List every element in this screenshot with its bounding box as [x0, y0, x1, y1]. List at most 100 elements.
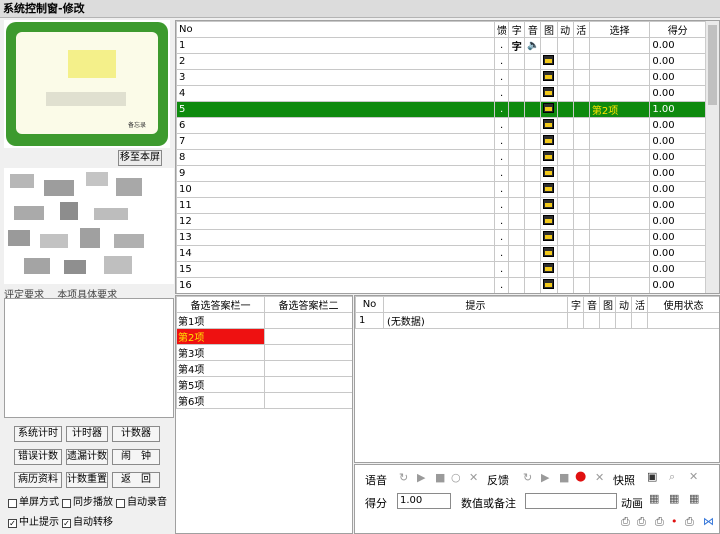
alt-answer-item-two[interactable] — [264, 328, 352, 345]
auto-record-checkbox[interactable]: 自动录音 — [116, 497, 167, 509]
row-choice[interactable] — [588, 277, 651, 293]
alt-answer-item[interactable]: 第5项 — [176, 376, 265, 393]
animation-icon-2[interactable]: ▦ — [669, 492, 679, 505]
row-choice[interactable]: 第2项 — [588, 101, 651, 118]
row-choice[interactable] — [588, 53, 651, 70]
row-score[interactable]: 0.00 — [649, 277, 706, 293]
question-row[interactable]: 8. 0.00 — [176, 149, 706, 166]
row-choice[interactable] — [588, 117, 651, 134]
col-score[interactable]: 得分 — [649, 21, 706, 38]
alt-answer-item-two[interactable] — [264, 360, 352, 377]
checkbox-check-icon[interactable]: ✓ — [8, 518, 17, 528]
image-icon[interactable] — [543, 215, 555, 225]
feedback-delete-icon[interactable]: ✕ — [595, 471, 604, 484]
image-icon[interactable] — [543, 119, 555, 129]
scroll-thumb[interactable] — [708, 25, 717, 105]
alt-answer-item[interactable]: 第4项 — [176, 360, 265, 377]
col-hint-no[interactable]: No — [355, 296, 384, 313]
export-icon-1[interactable]: ⎙ — [621, 515, 630, 529]
image-icon[interactable] — [543, 71, 555, 81]
row-score[interactable]: 0.00 — [649, 261, 706, 278]
question-row[interactable]: 1. 字 🔈 0.00 — [176, 37, 706, 54]
alt-answer-row[interactable]: 第5项 — [176, 376, 352, 393]
image-icon[interactable] — [543, 135, 555, 145]
alt-answer-row[interactable]: 第2项 — [176, 328, 352, 345]
alt-answer-item[interactable]: 第6项 — [176, 392, 265, 409]
question-row[interactable]: 13. 0.00 — [176, 229, 706, 246]
feedback-record-icon[interactable]: ● — [575, 469, 586, 484]
counter-button[interactable]: 计数器 — [112, 426, 160, 442]
question-row[interactable]: 4. 0.00 — [176, 85, 706, 102]
image-icon[interactable] — [543, 231, 555, 241]
animation-icon-3[interactable]: ▦ — [689, 492, 699, 505]
row-score[interactable]: 0.00 — [649, 229, 706, 246]
alt-answer-item-two[interactable] — [264, 376, 352, 393]
row-score[interactable]: 0.00 — [649, 117, 706, 134]
alt-answer-row[interactable]: 第6项 — [176, 392, 352, 409]
col-image[interactable]: 图 — [540, 21, 558, 38]
col-alt-two[interactable]: 备选答案栏二 — [264, 296, 352, 313]
row-choice[interactable] — [588, 245, 651, 262]
question-row[interactable]: 7. 0.00 — [176, 133, 706, 150]
alt-answer-item[interactable]: 第2项 — [176, 328, 265, 345]
alt-answer-row[interactable]: 第3项 — [176, 344, 352, 361]
timer-button[interactable]: 计时器 — [66, 426, 108, 442]
close-snapshot-icon[interactable]: ✕ — [689, 470, 698, 483]
omission-count-button[interactable]: 遗漏计数 — [66, 449, 108, 465]
row-choice[interactable] — [588, 197, 651, 214]
move-to-screen-button[interactable]: 移至本屏 — [118, 150, 162, 166]
row-score[interactable]: 0.00 — [649, 69, 706, 86]
network-icon[interactable]: ⋈ — [703, 515, 714, 528]
row-score[interactable]: 0.00 — [649, 37, 706, 54]
col-hint-image[interactable]: 图 — [599, 296, 616, 313]
alt-answer-row[interactable]: 第1项 — [176, 312, 352, 329]
question-row[interactable]: 10. 0.00 — [176, 181, 706, 198]
alt-answer-item-two[interactable] — [264, 344, 352, 361]
col-hint[interactable]: 提示 — [383, 296, 568, 313]
row-score[interactable]: 0.00 — [649, 181, 706, 198]
col-no[interactable]: No — [176, 21, 495, 38]
image-icon[interactable] — [543, 151, 555, 161]
feedback-repeat-icon[interactable]: ↻ — [523, 471, 532, 484]
col-alt-one[interactable]: 备选答案栏一 — [176, 296, 265, 313]
image-icon[interactable] — [543, 183, 555, 193]
record-dot-icon[interactable]: • — [671, 515, 678, 528]
col-hint-animation[interactable]: 动 — [615, 296, 632, 313]
col-animation[interactable]: 动 — [556, 21, 574, 38]
alt-answer-item-two[interactable] — [264, 392, 352, 409]
delete-icon[interactable]: ✕ — [469, 471, 478, 484]
image-icon[interactable] — [543, 55, 555, 65]
question-row[interactable]: 12. 0.00 — [176, 213, 706, 230]
auto-transfer-checkbox[interactable]: ✓ 自动转移 — [62, 517, 113, 529]
zoom-icon[interactable]: ⌕ — [669, 470, 675, 484]
hint-row[interactable]: 1 (无数据) — [355, 312, 719, 329]
row-choice[interactable] — [588, 181, 651, 198]
system-timer-button[interactable]: 系统计时 — [14, 426, 62, 442]
camera-icon[interactable]: ▣ — [647, 470, 657, 483]
question-row[interactable]: 15. 0.00 — [176, 261, 706, 278]
feedback-play-icon[interactable]: ▶ — [541, 471, 549, 484]
image-icon[interactable] — [543, 247, 555, 257]
checkbox-box[interactable] — [62, 498, 71, 508]
checkbox-box[interactable] — [116, 498, 125, 508]
row-choice[interactable] — [588, 69, 651, 86]
row-score[interactable]: 0.00 — [649, 53, 706, 70]
col-feedback[interactable]: 馈 — [493, 21, 510, 38]
col-hint-activity[interactable]: 活 — [631, 296, 648, 313]
alt-answer-item[interactable]: 第1项 — [176, 312, 265, 329]
row-choice[interactable] — [588, 213, 651, 230]
question-row[interactable]: 14. 0.00 — [176, 245, 706, 262]
question-scrollbar[interactable] — [705, 21, 719, 293]
row-score[interactable]: 0.00 — [649, 165, 706, 182]
col-audio[interactable]: 音 — [524, 21, 542, 38]
row-score[interactable]: 0.00 — [649, 85, 706, 102]
record-icon[interactable]: ○ — [451, 471, 461, 484]
row-choice[interactable] — [588, 229, 651, 246]
row-choice[interactable] — [588, 37, 651, 54]
animation-icon-1[interactable]: ▦ — [649, 492, 659, 505]
question-row[interactable]: 2. 0.00 — [176, 53, 706, 70]
value-input[interactable] — [525, 493, 617, 509]
row-choice[interactable] — [588, 149, 651, 166]
alt-answer-item-two[interactable] — [264, 312, 352, 329]
repeat-icon[interactable]: ↻ — [399, 471, 408, 484]
